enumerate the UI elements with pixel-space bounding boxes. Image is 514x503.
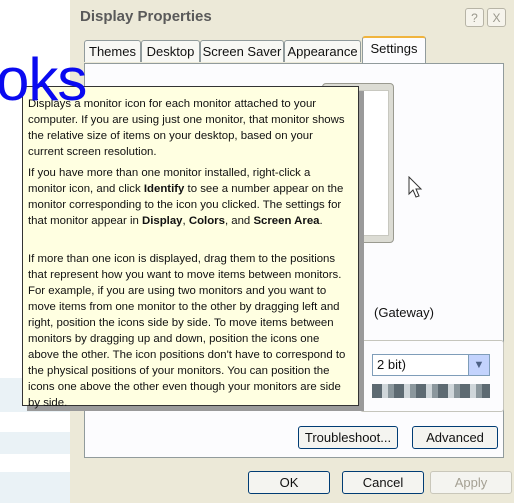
help-text: , and bbox=[224, 215, 254, 227]
close-button[interactable]: X bbox=[487, 8, 506, 27]
advanced-button[interactable]: Advanced bbox=[412, 426, 498, 449]
help-button[interactable]: ? bbox=[465, 8, 484, 27]
tab-appearance[interactable]: Appearance bbox=[284, 40, 361, 62]
tab-screen-saver[interactable]: Screen Saver bbox=[200, 40, 284, 62]
help-keyword-colors: Colors bbox=[188, 215, 225, 227]
help-keyword-identify: Identify bbox=[143, 183, 185, 195]
color-preview-bar bbox=[372, 384, 490, 398]
help-keyword-screen-area: Screen Area bbox=[253, 215, 320, 227]
dialog-title: Display Properties bbox=[80, 8, 212, 25]
help-text: . bbox=[319, 215, 323, 227]
tab-desktop[interactable]: Desktop bbox=[141, 40, 200, 62]
tab-themes[interactable]: Themes bbox=[84, 40, 141, 62]
help-paragraph-2: If you have more than one monitor instal… bbox=[28, 165, 351, 229]
title-bar[interactable]: Display Properties ? X bbox=[70, 0, 514, 36]
mouse-cursor-icon bbox=[408, 176, 423, 198]
help-keyword-display: Display bbox=[141, 215, 183, 227]
troubleshoot-button[interactable]: Troubleshoot... bbox=[298, 426, 398, 449]
color-quality-value: 2 bit) bbox=[377, 357, 406, 372]
apply-button[interactable]: Apply bbox=[430, 471, 512, 494]
cancel-button[interactable]: Cancel bbox=[342, 471, 424, 494]
color-quality-group bbox=[360, 340, 504, 412]
ok-button[interactable]: OK bbox=[248, 471, 330, 494]
help-paragraph-3: If more than one icon is displayed, drag… bbox=[28, 253, 346, 409]
color-quality-select[interactable]: 2 bit) ▼ bbox=[372, 354, 490, 376]
display-device-label: (Gateway) bbox=[374, 305, 434, 320]
slide-overlay-text: oks bbox=[0, 46, 87, 113]
whats-this-help-popup: Displays a monitor icon for each monitor… bbox=[22, 86, 359, 409]
chevron-down-icon[interactable]: ▼ bbox=[468, 355, 489, 375]
tab-settings[interactable]: Settings bbox=[362, 36, 426, 63]
